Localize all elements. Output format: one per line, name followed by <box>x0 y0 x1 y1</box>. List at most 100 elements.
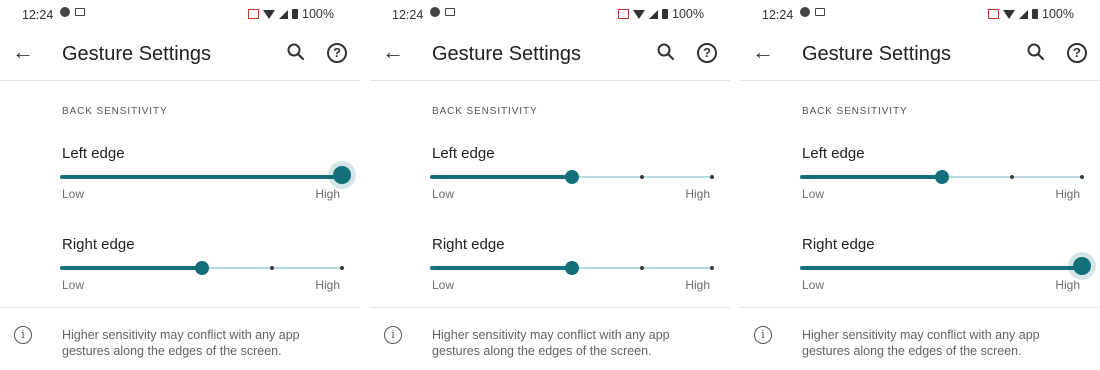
info-icon: i <box>14 326 32 344</box>
slider-tick <box>430 175 434 179</box>
right-edge-label: Right edge <box>432 236 505 253</box>
right-edge-slider[interactable] <box>800 257 1091 278</box>
high-label: High <box>685 278 710 292</box>
sensitivity-warning-text: Higher sensitivity may conflict with any… <box>802 328 1040 358</box>
phone-screen-2: 12:24 100% ← Gesture Settings ? BACK SEN… <box>370 0 730 370</box>
status-bar: 12:24 100% <box>0 0 360 28</box>
section-header: BACK SENSITIVITY <box>432 106 538 117</box>
slider-tick <box>710 266 714 270</box>
camera-notification-icon <box>445 8 455 16</box>
section-header: BACK SENSITIVITY <box>62 106 168 117</box>
battery-percent: 100% <box>672 7 704 21</box>
left-edge-slider[interactable] <box>800 167 1084 187</box>
page-title: Gesture Settings <box>802 43 951 65</box>
status-bar: 12:24 100% <box>370 0 730 28</box>
slider-thumb[interactable] <box>565 261 579 275</box>
app-notification-icon <box>60 7 70 17</box>
slider-tick <box>60 175 64 179</box>
phone-screen-3: 12:24 100% ← Gesture Settings ? BACK SEN… <box>740 0 1100 370</box>
app-toolbar: ← Gesture Settings ? <box>740 28 1100 80</box>
low-label: Low <box>62 187 85 201</box>
signal-icon <box>649 9 658 19</box>
slider-thumb[interactable] <box>195 261 209 275</box>
slider-tick <box>870 175 874 179</box>
search-icon[interactable] <box>286 42 306 62</box>
right-edge-label: Right edge <box>802 236 875 253</box>
back-arrow-icon[interactable]: ← <box>752 40 774 64</box>
battery-icon <box>292 9 298 19</box>
slider-tick <box>340 266 344 270</box>
high-label: High <box>315 187 340 201</box>
low-label: Low <box>62 278 85 292</box>
sensitivity-warning-text: Higher sensitivity may conflict with any… <box>62 328 300 358</box>
left-edge-slider[interactable] <box>60 166 351 187</box>
low-label: Low <box>802 278 825 292</box>
wifi-icon <box>263 9 275 19</box>
slider-tick <box>800 175 804 179</box>
search-icon[interactable] <box>656 42 676 62</box>
screen-gap <box>360 0 370 370</box>
slider-tick <box>60 266 64 270</box>
screen-gap <box>730 0 740 370</box>
slider-tick <box>270 266 274 270</box>
right-edge-slider[interactable] <box>430 258 714 278</box>
right-edge-label: Right edge <box>62 236 135 253</box>
status-time: 12:24 <box>392 8 424 22</box>
camera-notification-icon <box>75 8 85 16</box>
slider-tick <box>1010 266 1014 270</box>
nfc-icon <box>618 9 629 19</box>
app-notification-icon <box>430 7 440 17</box>
slider-thumb[interactable] <box>565 170 579 184</box>
divider <box>370 80 730 81</box>
help-icon[interactable]: ? <box>697 43 717 63</box>
divider <box>370 307 730 308</box>
slider-tick <box>870 266 874 270</box>
slider-tick <box>270 175 274 179</box>
slider-tick <box>640 266 644 270</box>
help-icon[interactable]: ? <box>1067 43 1087 63</box>
high-label: High <box>315 278 340 292</box>
right-edge-slider[interactable] <box>60 258 344 278</box>
low-label: Low <box>432 187 455 201</box>
page-title: Gesture Settings <box>432 43 581 65</box>
slider-tick <box>130 266 134 270</box>
low-label: Low <box>802 187 825 201</box>
slider-thumb[interactable] <box>333 166 351 184</box>
slider-thumb[interactable] <box>935 170 949 184</box>
wifi-icon <box>1003 9 1015 19</box>
info-icon: i <box>384 326 402 344</box>
camera-notification-icon <box>815 8 825 16</box>
search-icon[interactable] <box>1026 42 1046 62</box>
battery-icon <box>662 9 668 19</box>
help-icon[interactable]: ? <box>327 43 347 63</box>
divider <box>740 80 1100 81</box>
status-time: 12:24 <box>22 8 54 22</box>
app-toolbar: ← Gesture Settings ? <box>0 28 360 80</box>
battery-percent: 100% <box>302 7 334 21</box>
slider-tick <box>200 175 204 179</box>
slider-tick <box>1010 175 1014 179</box>
page-title: Gesture Settings <box>62 43 211 65</box>
app-toolbar: ← Gesture Settings ? <box>370 28 730 80</box>
back-arrow-icon[interactable]: ← <box>12 40 34 64</box>
left-edge-slider[interactable] <box>430 167 714 187</box>
left-edge-label: Left edge <box>432 145 495 162</box>
nfc-icon <box>988 9 999 19</box>
high-label: High <box>1055 187 1080 201</box>
phone-screen-1: 12:24 100% ← Gesture Settings ? BACK SEN… <box>0 0 360 370</box>
sensitivity-warning-text: Higher sensitivity may conflict with any… <box>432 328 670 358</box>
app-notification-icon <box>800 7 810 17</box>
low-label: Low <box>432 278 455 292</box>
slider-tick <box>940 266 944 270</box>
slider-tick <box>130 175 134 179</box>
info-icon: i <box>754 326 772 344</box>
left-edge-label: Left edge <box>802 145 865 162</box>
high-label: High <box>1055 278 1080 292</box>
slider-tick <box>800 266 804 270</box>
slider-tick <box>430 266 434 270</box>
slider-tick <box>640 175 644 179</box>
slider-thumb[interactable] <box>1073 257 1091 275</box>
status-time: 12:24 <box>762 8 794 22</box>
back-arrow-icon[interactable]: ← <box>382 40 404 64</box>
left-edge-label: Left edge <box>62 145 125 162</box>
